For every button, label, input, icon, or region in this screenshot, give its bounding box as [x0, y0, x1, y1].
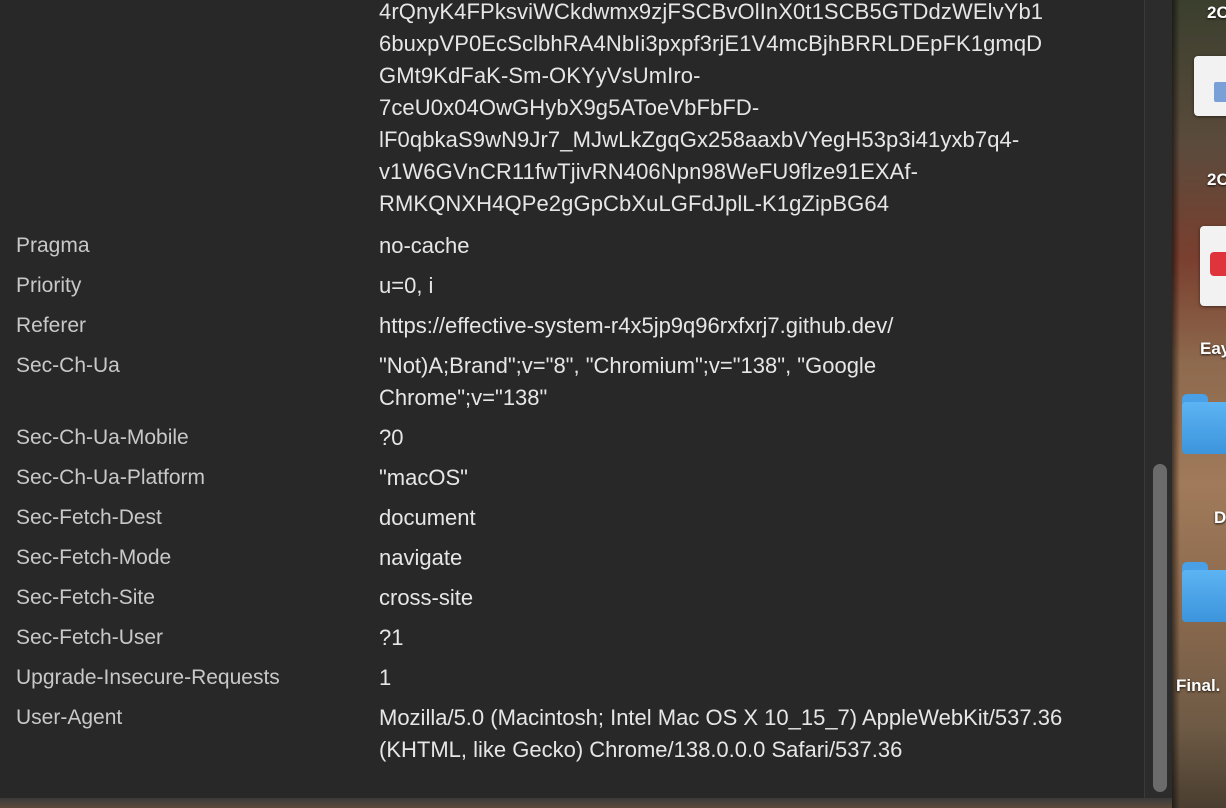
- header-value: "Not)A;Brand";v="8", "Chromium";v="138",…: [379, 353, 877, 410]
- cookie-value-line: 7ceU0x04OwGHybX9g5AToeVbFbFD-: [379, 95, 760, 120]
- header-name: Sec-Fetch-Mode: [16, 546, 172, 569]
- desktop-item-label: 2C: [1207, 170, 1226, 189]
- cookie-value-line: lF0qbkaS9wN9Jr7_MJwLkZgqGx258aaxbVYegH53…: [379, 127, 1020, 152]
- cookie-value-line: 6buxpVP0EcSclbhRA4NbIi3pxpf3rjE1V4mcBjhB…: [379, 31, 1043, 56]
- scrollbar-thumb[interactable]: [1153, 464, 1167, 792]
- header-name: Upgrade-Insecure-Requests: [16, 666, 280, 689]
- desktop-item-label: 2C: [1207, 3, 1226, 22]
- header-value: no-cache: [379, 233, 470, 258]
- cookie-value-line: GMt9KdFaK-Sm-OKYyVsUmIro-: [379, 63, 701, 88]
- header-value: https://effective-system-r4x5jp9q96rxfxr…: [379, 313, 894, 338]
- folder-icon[interactable]: [1182, 394, 1226, 454]
- header-value: u=0, i: [379, 273, 434, 298]
- window-bottom-edge: [0, 798, 1172, 808]
- header-value: 1: [379, 665, 392, 690]
- header-name: User-Agent: [16, 706, 123, 729]
- header-value: ?0: [379, 425, 404, 450]
- cookie-value-line: 4rQnyK4FPksviWCkdwmx9zjFSCBvOlInX0t1SCB5…: [379, 0, 1044, 24]
- header-value: Mozilla/5.0 (Macintosh; Intel Mac OS X 1…: [379, 705, 1063, 762]
- header-name: Priority: [16, 274, 82, 297]
- cookie-value-line: RMKQNXH4QPe2gGpCbXuLGFdJplL-K1gZipBG64: [379, 191, 890, 216]
- header-value: navigate: [379, 545, 463, 570]
- header-name: Pragma: [16, 234, 90, 257]
- cookie-header-value[interactable]: 4rQnyK4FPksviWCkdwmx9zjFSCBvOlInX0t1SCB5…: [379, 0, 1139, 220]
- header-name: Sec-Fetch-Site: [16, 586, 155, 609]
- header-name: Sec-Ch-Ua: [16, 354, 120, 377]
- header-value: document: [379, 505, 476, 530]
- document-icon[interactable]: [1194, 56, 1226, 116]
- header-name: Sec-Ch-Ua-Platform: [16, 466, 206, 489]
- header-name: Sec-Fetch-User: [16, 626, 164, 649]
- desktop-item-label: D: [1214, 508, 1226, 527]
- header-name: Referer: [16, 314, 87, 337]
- desktop-background: 2C 2C Eay D Final.: [1172, 0, 1226, 808]
- pdf-document-icon[interactable]: [1200, 226, 1226, 306]
- header-name: Sec-Fetch-Dest: [16, 506, 162, 529]
- header-value: "macOS": [379, 465, 468, 490]
- desktop-item-label: Eay: [1200, 339, 1226, 358]
- header-value: ?1: [379, 625, 404, 650]
- header-value: cross-site: [379, 585, 474, 610]
- cookie-value-line: v1W6GVnCR11fwTjivRN406Npn98WeFU9flze91EX…: [379, 159, 919, 184]
- header-name: Sec-Ch-Ua-Mobile: [16, 426, 189, 449]
- desktop-item-label: Final.: [1176, 676, 1221, 695]
- request-headers-panel: 4rQnyK4FPksviWCkdwmx9zjFSCBvOlInX0t1SCB5…: [0, 0, 1172, 798]
- folder-icon[interactable]: [1182, 562, 1226, 622]
- vertical-scrollbar[interactable]: [1144, 0, 1172, 798]
